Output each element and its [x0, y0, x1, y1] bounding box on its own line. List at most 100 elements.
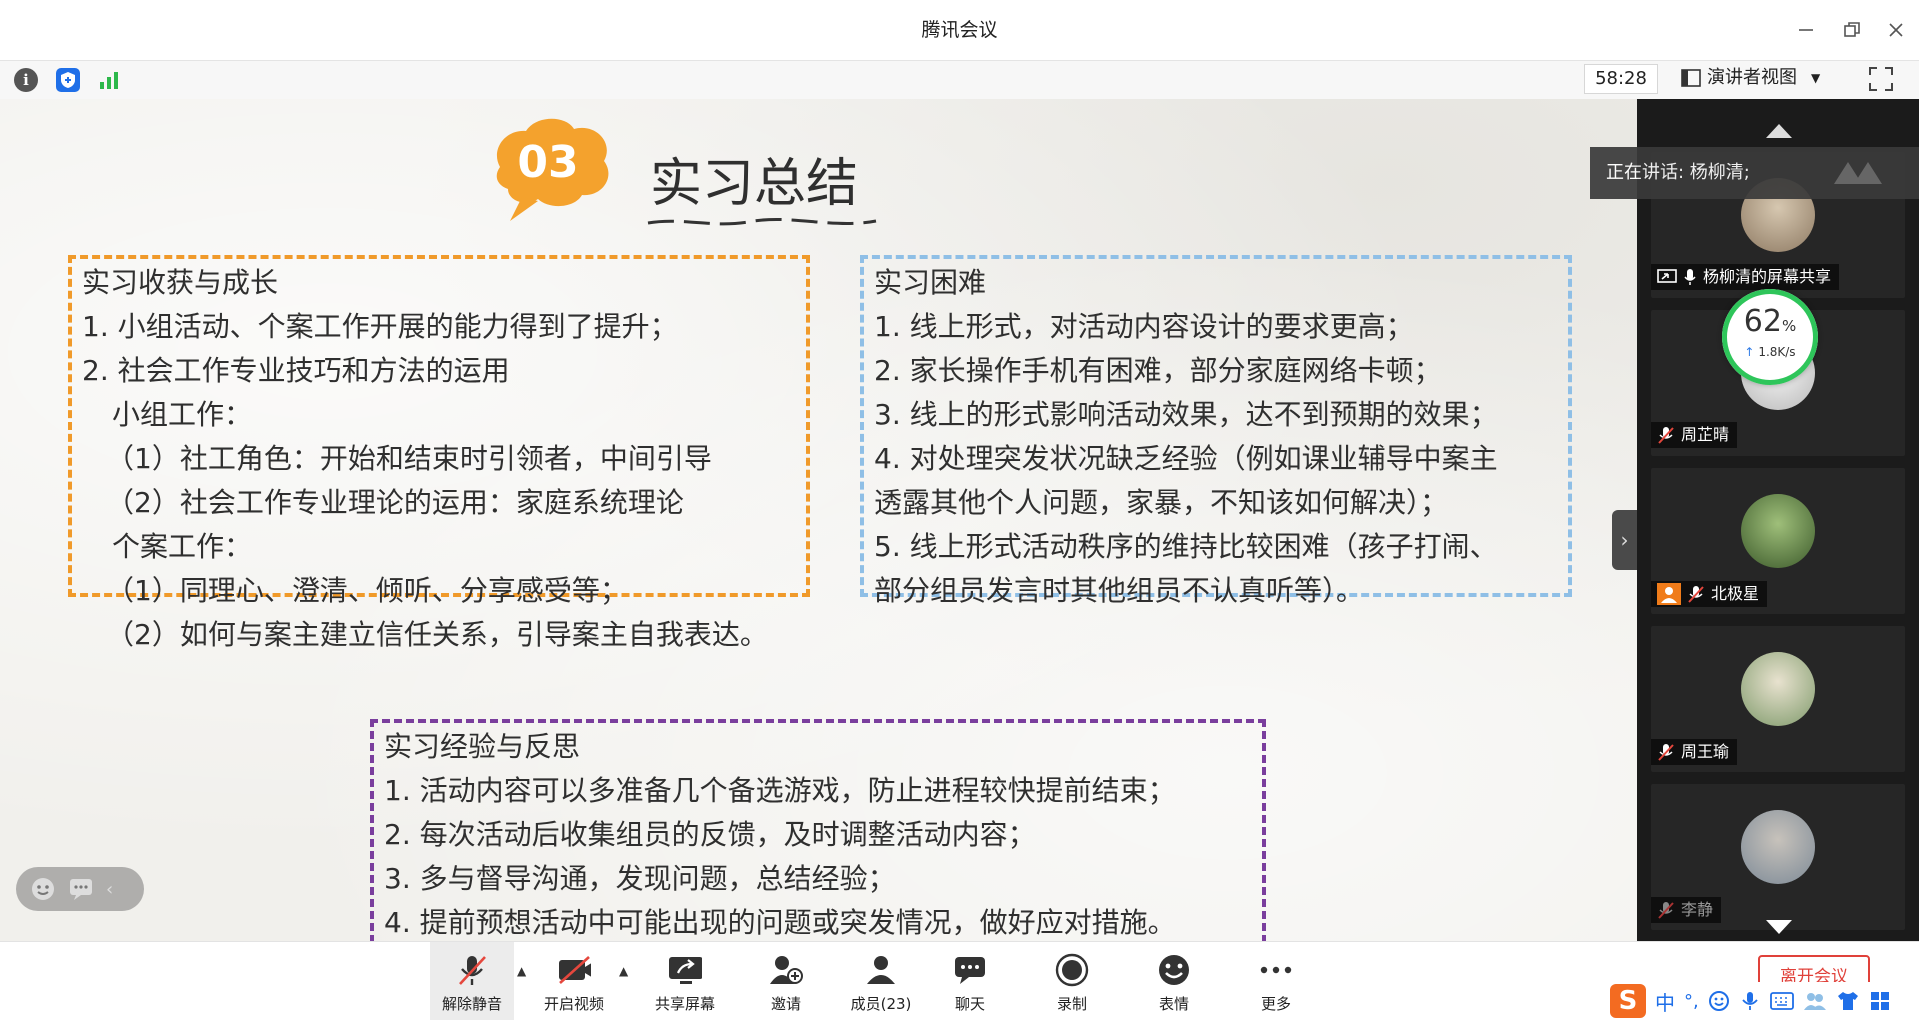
reflection-title: 实习经验与反思 [384, 730, 581, 763]
ime-language[interactable]: 中 [1655, 987, 1675, 1016]
network-speed: ↑ 1.8K/s [1744, 345, 1796, 359]
difficulty-line: 3. 线上的形式影响活动效果，达不到预期的效果； [874, 398, 1498, 431]
microphone-muted-icon [1658, 902, 1674, 919]
difficulty-line: 透露其他个人问题，家暴，不知该如何解决）； [874, 486, 1449, 519]
speaking-label: 正在讲话: 杨柳清; [1606, 162, 1750, 183]
reflection-box-content: 实习经验与反思 1. 活动内容可以多准备几个备选游戏，防止进程较快提前结束； 2… [384, 725, 1176, 941]
arrow-up-icon: ↑ [1744, 345, 1755, 359]
share-screen-button[interactable]: 共享屏幕 [643, 948, 727, 1014]
host-icon [1657, 583, 1681, 605]
gain-line: （1）同理心、澄清、倾听、分享感受等； [106, 574, 628, 607]
participant-name-tag: 杨柳清的屏幕共享 [1651, 264, 1840, 290]
participant-name: 周芷晴 [1681, 425, 1730, 444]
view-mode-dropdown[interactable]: 演讲者视图 ▼ [1681, 64, 1839, 92]
gain-line: 小组工作： [112, 398, 253, 431]
participant-name: 北极星 [1711, 584, 1760, 603]
audio-options-caret[interactable]: ▲ [517, 964, 526, 978]
avatar [1741, 652, 1815, 726]
participant-name-tag: 李静 [1651, 897, 1722, 923]
microphone-muted-icon [1658, 744, 1674, 761]
smile-icon [1157, 953, 1191, 987]
difficulty-title: 实习困难 [874, 266, 987, 299]
layout-icon [1681, 69, 1701, 87]
gain-line: （2）社会工作专业理论的运用：家庭系统理论 [106, 486, 684, 519]
keyboard-icon[interactable] [1769, 991, 1794, 1011]
screen-share-icon [1657, 269, 1677, 283]
scroll-down-button[interactable] [1764, 918, 1794, 940]
minimize-icon[interactable] [1790, 14, 1822, 46]
microphone-muted-icon [1688, 586, 1704, 603]
members-button[interactable]: 成员(23) [838, 948, 924, 1014]
reflection-line: 3. 多与督导沟通，发现问题，总结经验； [384, 862, 896, 895]
chat-button[interactable]: 聊天 [930, 948, 1010, 1014]
chat-bubble-icon[interactable] [68, 877, 94, 901]
skin-shirt-icon[interactable] [1836, 990, 1860, 1012]
chevron-left-icon[interactable]: ‹ [106, 879, 113, 900]
emoji-icon[interactable] [30, 876, 56, 902]
floating-reaction-bar[interactable]: ‹ [16, 867, 144, 911]
participant-name-tag: 北极星 [1651, 581, 1768, 607]
participant-name: 李静 [1681, 900, 1714, 919]
user-group-icon[interactable] [1803, 990, 1827, 1012]
participant-name-tag: 周芷晴 [1651, 422, 1738, 448]
reflection-line: 2. 每次活动后收集组员的反馈，及时调整活动内容； [384, 818, 1036, 851]
gain-line: （2）如何与案主建立信任关系，引导案主自我表达。 [106, 618, 768, 651]
add-user-icon [769, 953, 803, 987]
more-button[interactable]: 更多 [1236, 948, 1316, 1014]
scroll-up-button[interactable] [1764, 122, 1794, 144]
triangle-down-icon [1766, 920, 1792, 934]
chevron-right-icon: › [1620, 528, 1629, 552]
record-icon [1055, 953, 1089, 987]
info-icon[interactable]: i [14, 68, 38, 92]
gain-line: 1. 小组活动、个案工作开展的能力得到了提升； [82, 310, 678, 343]
participant-name-tag: 周王瑜 [1651, 739, 1738, 765]
reflection-line: 1. 活动内容可以多准备几个备选游戏，防止进程较快提前结束； [384, 774, 1176, 807]
collapse-sidebar-button[interactable]: › [1612, 510, 1637, 570]
triangle-up-icon [1766, 124, 1792, 138]
meeting-timer: 58:28 [1584, 64, 1658, 94]
window-title: 腾讯会议 [921, 19, 998, 41]
difficulty-line: 4. 对处理突发状况缺乏经验（例如课业辅导中案主 [874, 442, 1498, 475]
unmute-button[interactable]: 解除静音 [432, 948, 512, 1014]
voice-input-icon[interactable] [1739, 990, 1761, 1012]
difficulty-line: 1. 线上形式，对活动内容设计的要求更高； [874, 310, 1414, 343]
ime-punctuation[interactable]: °, [1684, 991, 1699, 1012]
record-button[interactable]: 录制 [1032, 948, 1112, 1014]
gain-line: （1）社工角色：开始和结束时引领者，中间引导 [106, 442, 712, 475]
avatar [1741, 810, 1815, 884]
participant-name: 周王瑜 [1681, 742, 1730, 761]
start-video-button[interactable]: 开启视频 [534, 948, 614, 1014]
more-dots-icon [1259, 953, 1293, 987]
video-options-caret[interactable]: ▲ [619, 964, 628, 978]
fullscreen-icon[interactable] [1866, 64, 1896, 94]
close-icon[interactable] [1880, 14, 1912, 46]
microphone-icon [1684, 269, 1696, 285]
signal-strength-icon[interactable] [97, 68, 121, 92]
shared-screen: 03 实习总结 实习收获与成长 1. 小组活动、个案工作开展的能力得到了提升； … [0, 99, 1637, 941]
sogou-logo-icon[interactable]: S [1610, 984, 1646, 1018]
network-percent: 62% [1743, 304, 1797, 339]
difficulty-line: 2. 家长操作手机有困难，部分家庭网络卡顿； [874, 354, 1442, 387]
invite-button[interactable]: 邀请 [746, 948, 826, 1014]
view-mode-label: 演讲者视图 [1707, 67, 1797, 88]
section-badge: 03 [478, 109, 618, 229]
speaking-indicator-icon [1834, 162, 1882, 184]
difficulty-line: 部分组员发言时其他组员不认真听等）。 [874, 574, 1365, 607]
gain-line: 个案工作： [112, 530, 253, 563]
restore-icon[interactable] [1836, 14, 1868, 46]
members-icon [864, 953, 898, 987]
chevron-down-icon: ▼ [1811, 71, 1821, 85]
microphone-muted-icon [455, 953, 489, 987]
security-shield-icon[interactable] [56, 68, 80, 92]
emoji-icon[interactable] [1708, 990, 1730, 1012]
reflection-line: 4. 提前预想活动中可能出现的问题或突发情况，做好应对措施。 [384, 906, 1176, 939]
gain-title: 实习收获与成长 [82, 266, 279, 299]
difficulty-line: 5. 线上形式活动秩序的维持比较困难（孩子打闹、 [874, 530, 1498, 563]
gain-line: 2. 社会工作专业技巧和方法的运用 [82, 354, 510, 387]
avatar [1741, 494, 1815, 568]
difficulty-box-content: 实习困难 1. 线上形式，对活动内容设计的要求更高； 2. 家长操作手机有困难，… [874, 261, 1498, 613]
ime-toolbar[interactable]: S 中 °, [1606, 982, 1919, 1020]
reactions-button[interactable]: 表情 [1134, 948, 1214, 1014]
toolbox-grid-icon[interactable] [1869, 990, 1891, 1012]
share-screen-icon [668, 953, 702, 987]
